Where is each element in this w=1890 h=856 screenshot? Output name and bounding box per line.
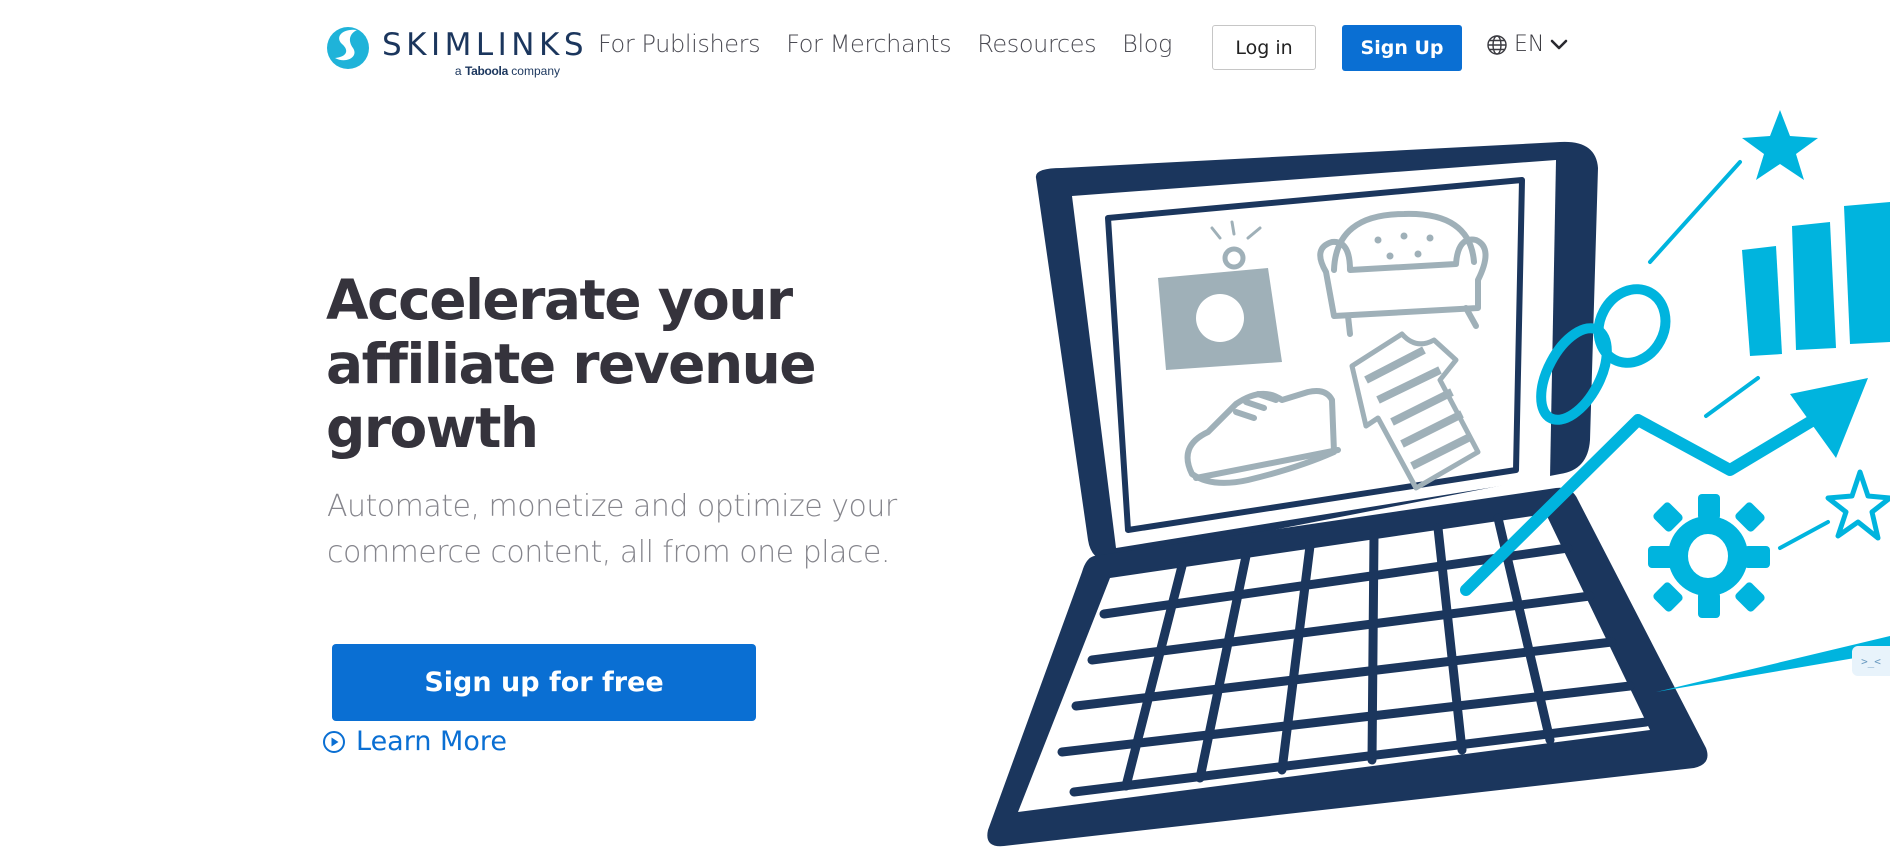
hero-title-line: growth — [326, 396, 539, 460]
sign-up-for-free-button[interactable]: Sign up for free — [332, 644, 756, 721]
hero-title: Accelerate your affiliate revenue growth — [326, 268, 886, 460]
hero-subtitle-line: commerce content, all from one place. — [327, 535, 890, 570]
floating-widget-tab[interactable]: >_< — [1852, 646, 1890, 676]
nav-for-merchants[interactable]: For Merchants — [786, 30, 951, 58]
language-selector[interactable]: EN — [1486, 32, 1568, 57]
nav-for-publishers[interactable]: For Publishers — [598, 30, 761, 58]
globe-icon — [1487, 34, 1507, 55]
main-nav: For Publishers For Merchants Resources B… — [598, 30, 1172, 58]
hero-title-line: affiliate revenue — [326, 332, 817, 396]
hero-subtitle: Automate, monetize and optimize your com… — [327, 484, 947, 576]
laptop-illustration — [987, 110, 1890, 847]
nav-blog[interactable]: Blog — [1122, 30, 1172, 58]
nav-resources[interactable]: Resources — [977, 30, 1096, 58]
sparkle-line — [1648, 160, 1742, 264]
hero-subtitle-line: Automate, monetize and optimize your — [327, 489, 897, 524]
signup-button[interactable]: Sign Up — [1342, 25, 1462, 71]
skimlinks-logo-mark — [327, 27, 369, 69]
play-circle-icon — [323, 730, 345, 753]
skimlinks-logo[interactable]: SKIMLINKS a Taboola company — [326, 24, 584, 80]
learn-more-link[interactable]: Learn More — [322, 726, 507, 757]
star-icon — [1742, 110, 1818, 180]
chevron-down-icon — [1551, 39, 1568, 49]
sparkle-line — [1778, 520, 1830, 550]
gear-icon — [1648, 494, 1770, 618]
language-code: EN — [1514, 32, 1545, 57]
hero-title-line: Accelerate your — [326, 268, 793, 332]
brand-tagline: a Taboola company — [454, 64, 560, 78]
learn-more-label: Learn More — [356, 726, 507, 757]
bar-chart-icon — [1742, 202, 1890, 356]
outline-star-icon — [1825, 469, 1890, 541]
brand-name: SKIMLINKS — [382, 27, 589, 63]
sparkle-line — [1704, 376, 1760, 418]
login-button[interactable]: Log in — [1212, 25, 1316, 70]
